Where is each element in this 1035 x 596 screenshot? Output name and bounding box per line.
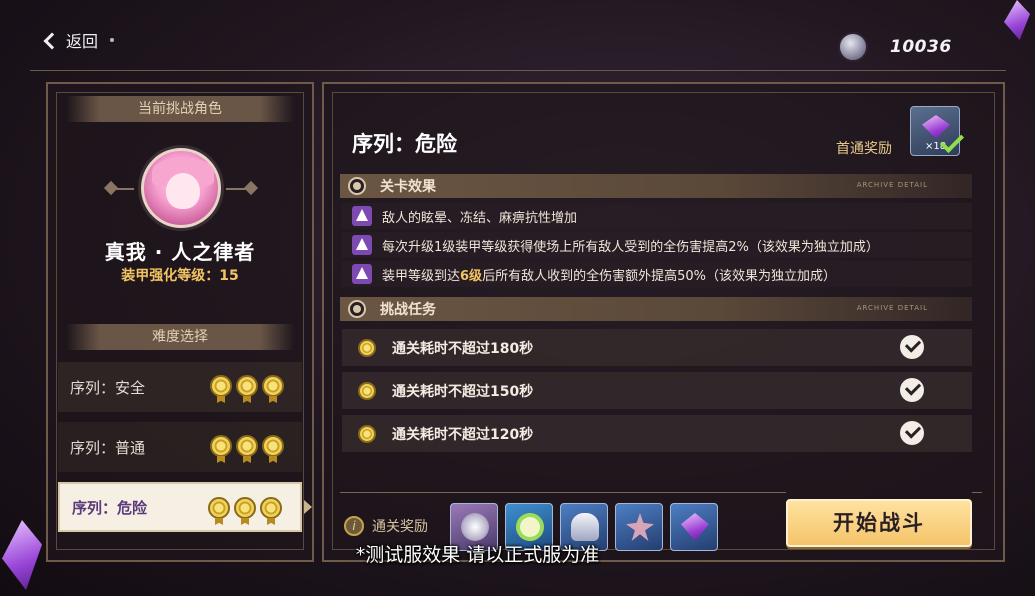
effect-text: 每次升级1级装甲等级获得使场上所有敌人受到的全伤害提高2%（该效果为独立加成） (382, 239, 879, 255)
mission-label: 通关耗时不超过150秒 (392, 383, 534, 400)
divider (30, 70, 1006, 71)
effect-text: 装甲等级到达6级后所有敌人收到的全伤害额外提高50%（该效果为独立加成） (382, 265, 836, 284)
difficulty-option-danger[interactable]: 序列：危险 (58, 482, 302, 532)
video-subtitle: *测试服效果 请以正式服为准 (355, 544, 600, 566)
mission-row: 通关耗时不超过150秒 (342, 372, 972, 409)
difficulty-header: 难度选择 (66, 324, 294, 350)
warning-icon (352, 206, 372, 226)
effects-section-header: 关卡效果 ARCHIVE DETAIL (340, 174, 972, 198)
effect-row: 每次升级1级装甲等级获得使场上所有敌人受到的全伤害提高2%（该效果为独立加成） (342, 232, 972, 258)
crystal-decoration-icon (1004, 0, 1030, 40)
effect-text-suffix: 后所有敌人收到的全伤害额外提高50%（该效果为独立加成） (482, 268, 836, 284)
dimensional-coin-icon (838, 32, 868, 62)
difficulty-option-safe[interactable]: 序列：安全 (58, 362, 302, 412)
mission-label: 通关耗时不超过180秒 (392, 340, 534, 357)
helmet-icon (571, 513, 599, 541)
medal-group (208, 497, 282, 519)
mission-label: 通关耗时不超过120秒 (392, 426, 534, 443)
medal-group (210, 375, 284, 397)
medal-icon (358, 338, 376, 357)
difficulty-option-normal[interactable]: 序列：普通 (58, 422, 302, 472)
medal-icon (210, 375, 232, 397)
medal-icon (236, 375, 258, 397)
mission-row: 通关耗时不超过180秒 (342, 329, 972, 366)
effect-text-prefix: 装甲等级到达 (382, 268, 461, 284)
check-icon (900, 421, 924, 445)
currency-display: 10036 (838, 32, 978, 62)
currency-amount: 10036 (890, 37, 952, 57)
medal-icon (236, 435, 258, 457)
stage-detail-panel-inner (332, 92, 995, 550)
missions-header-label: 挑战任务 (380, 302, 436, 318)
difficulty-label: 序列：危险 (72, 498, 148, 517)
difficulty-label: 序列：普通 (70, 438, 146, 457)
warning-icon (352, 264, 372, 284)
archive-tag: ARCHIVE DETAIL (856, 181, 928, 189)
character-name: 真我 · 人之律者 (104, 240, 256, 264)
check-icon (900, 335, 924, 359)
divider (340, 492, 786, 493)
radiation-icon (348, 177, 366, 195)
dot-icon (110, 38, 115, 42)
medal-icon (234, 497, 256, 519)
divider (972, 492, 982, 493)
radiation-icon (348, 300, 366, 318)
difficulty-label: 序列：安全 (70, 378, 146, 397)
medal-group (210, 435, 284, 457)
mission-row: 通关耗时不超过120秒 (342, 415, 972, 452)
medal-icon (208, 497, 230, 519)
effect-row: 装甲等级到达6级后所有敌人收到的全伤害额外提高50%（该效果为独立加成） (342, 261, 972, 287)
effect-row: 敌人的眩晕、冻结、麻痹抗性增加 (342, 203, 972, 229)
current-character-header: 当前挑战角色 (66, 96, 294, 122)
medal-icon (262, 435, 284, 457)
medal-icon (262, 375, 284, 397)
medal-icon (358, 424, 376, 443)
character-avatar[interactable] (141, 148, 221, 228)
selected-arrow-icon (304, 500, 312, 514)
clear-reward-label: 通关奖励 (372, 519, 428, 535)
medal-icon (260, 497, 282, 519)
avatar-face (166, 173, 200, 209)
check-icon (900, 378, 924, 402)
back-label: 返回 (66, 32, 99, 51)
stage-title: 序列：危险 (352, 132, 457, 156)
crystal-icon (681, 513, 709, 541)
medal-icon (358, 381, 376, 400)
crystal-icon (922, 115, 950, 139)
flower-icon (626, 513, 654, 541)
first-clear-reward-label: 首通奖励 (836, 141, 892, 157)
effects-header-label: 关卡效果 (380, 179, 436, 195)
info-icon[interactable]: i (344, 516, 364, 536)
armor-level: 装甲强化等级：15 (121, 268, 239, 284)
effect-text: 敌人的眩晕、冻结、麻痹抗性增加 (382, 210, 578, 226)
effect-highlight: 6级 (460, 268, 483, 284)
back-button[interactable]: 返回 (43, 28, 115, 52)
first-clear-reward-item[interactable]: ×18 (910, 106, 965, 156)
archive-tag: ARCHIVE DETAIL (856, 304, 928, 312)
coin-icon (461, 513, 489, 541)
missions-section-header: 挑战任务 ARCHIVE DETAIL (340, 297, 972, 321)
medal-icon (210, 435, 232, 457)
warning-icon (352, 235, 372, 255)
chevron-left-icon (43, 32, 61, 49)
